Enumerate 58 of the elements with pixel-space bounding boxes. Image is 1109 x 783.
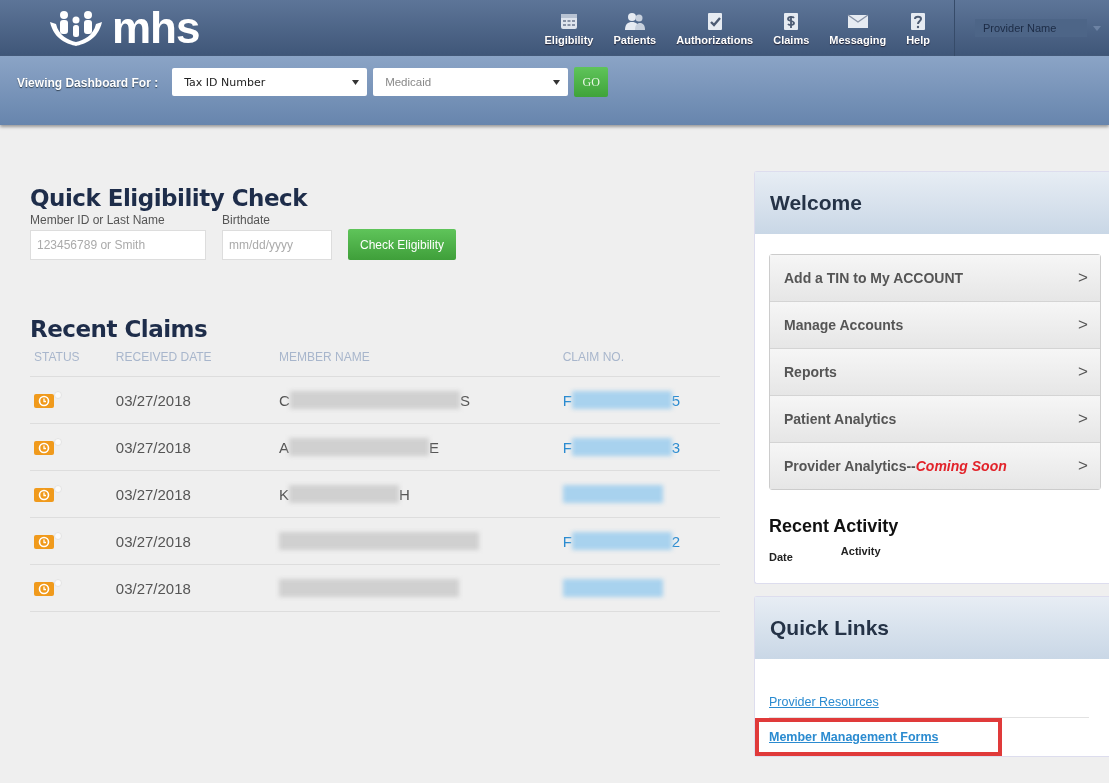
name-fragment: E (429, 438, 440, 456)
nav-item[interactable]: Eligibility (534, 10, 604, 46)
section-title: Quick Eligibility Check (30, 185, 309, 211)
menu-item[interactable]: Add a TIN to My ACCOUNT > (770, 255, 1100, 302)
claim-fragment: F (562, 391, 572, 409)
dashboard-label: Viewing Dashboard For : (17, 76, 159, 90)
date-cell: 03/27/2018 (111, 564, 276, 612)
caret-icon (553, 79, 561, 85)
claim-fragment: 5 (671, 391, 681, 409)
input-field[interactable]: 123456789 or Smith (30, 230, 206, 260)
name-fragment: C (279, 391, 290, 409)
caret-icon (352, 79, 360, 85)
input-field[interactable]: mm/dd/yyyy (222, 230, 332, 260)
nav-item[interactable]: Patients (603, 10, 667, 46)
nav-item[interactable]: Messaging (819, 10, 897, 46)
dropdown-select[interactable]: Tax ID Number (172, 68, 368, 96)
column-header: MEMBER NAME (275, 344, 559, 377)
column-header: STATUS (30, 344, 112, 377)
name-fragment: S (459, 391, 470, 409)
menu-item[interactable]: Patient Analytics > (770, 396, 1100, 443)
nav-item[interactable]: Help (896, 10, 940, 46)
column-header: Date (769, 551, 793, 563)
date-cell: 03/27/2018 (111, 517, 276, 565)
name-fragment: K (279, 485, 290, 503)
quick-link[interactable]: Member Management Forms (755, 718, 1003, 756)
name-fragment: H (399, 485, 410, 503)
people-icon (623, 10, 646, 32)
section-title: Recent Claims (30, 316, 209, 342)
recent-activity-title: Recent Activity (769, 516, 900, 537)
claim-fragment: 3 (671, 438, 681, 456)
date-cell: 03/27/2018 (111, 423, 276, 471)
caret-icon (1093, 25, 1101, 31)
clock-status-icon (34, 532, 64, 550)
field-label: Member ID or Last Name (30, 213, 166, 227)
quick-link[interactable]: Provider Resources (769, 687, 1089, 718)
panel-title: Welcome (755, 172, 1109, 234)
menu-item[interactable]: Provider Analytics--Coming Soon > (770, 443, 1100, 489)
logo-text: mhs (112, 6, 200, 50)
dropdown-select[interactable]: Medicaid (373, 68, 569, 96)
panel-title: Quick Links (755, 597, 1109, 659)
field-label: Birthdate (222, 213, 272, 227)
clock-status-icon (34, 485, 64, 503)
date-cell: 03/27/2018 (111, 376, 276, 424)
claim-fragment: F (562, 438, 572, 456)
column-header: CLAIM NO. (558, 344, 720, 377)
claim-fragment: F (562, 532, 572, 550)
date-cell: 03/27/2018 (111, 470, 276, 518)
clock-status-icon (34, 579, 64, 597)
column-header: RECEIVED DATE (111, 344, 276, 377)
menu-item[interactable]: Manage Accounts > (770, 302, 1100, 349)
menu-item[interactable]: Reports > (770, 349, 1100, 396)
nav-item[interactable]: Authorizations (666, 10, 764, 46)
column-header: Activity (840, 545, 881, 559)
claim-fragment: 2 (671, 532, 681, 550)
clock-status-icon (34, 391, 64, 409)
clock-status-icon (34, 438, 64, 456)
nav-item[interactable]: Claims (763, 10, 820, 46)
name-fragment: A (279, 438, 290, 456)
